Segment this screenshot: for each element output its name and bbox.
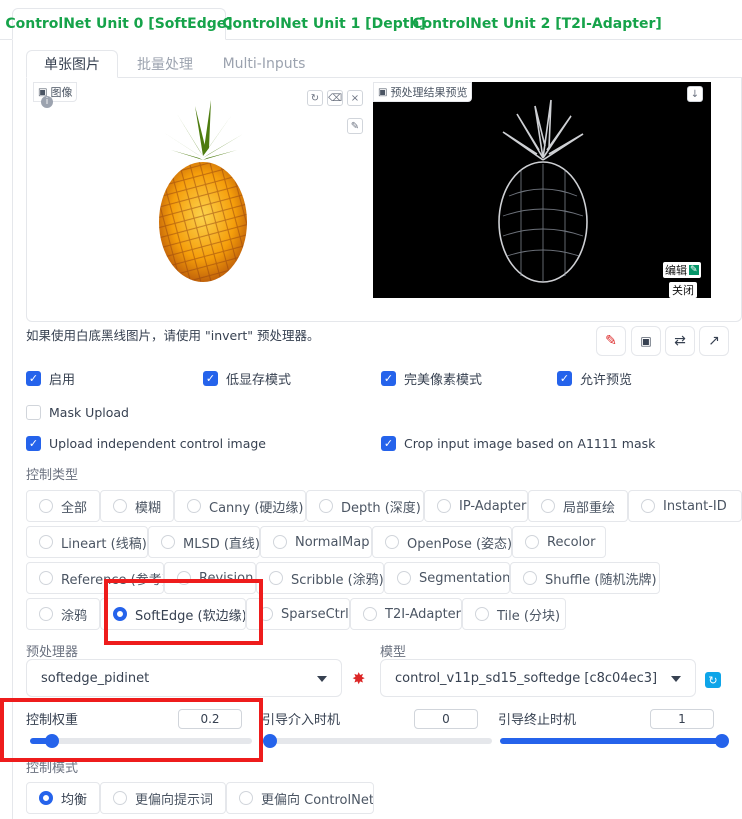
check-icon: ✓ [26,371,41,386]
control-type-option[interactable]: NormalMap [260,526,372,558]
control-type-option[interactable]: Canny (硬边缘) [174,490,306,522]
swap-icon[interactable]: ⇄ [665,326,695,356]
send-dimensions-icon[interactable]: ↗ [699,326,729,356]
check-icon: ✓ [26,436,41,451]
guidance-start-slider[interactable] [263,734,492,748]
mask-upload-checkbox[interactable]: Mask Upload [26,405,129,420]
close-preview-button[interactable]: 关闭 [669,282,697,298]
input-image-panel[interactable]: ▣ 图像 i ↻ ⌫ × ✎ [33,82,369,298]
pixel-perfect-checkbox[interactable]: ✓ 完美像素模式 [381,369,482,388]
control-type-option[interactable]: Scribble (涂鸦) [256,562,384,594]
highlight-box [0,698,263,762]
rotate-icon[interactable]: ↻ [307,90,323,106]
model-select[interactable]: control_v11p_sd15_softedge [c8c04ec3] [380,659,696,697]
eraser-icon[interactable]: ⌫ [327,90,343,106]
pineapple-image [159,100,247,282]
softedge-preview-image [498,99,588,283]
crop-input-checkbox[interactable]: ✓ Crop input image based on A1111 mask [381,436,655,451]
chevron-down-icon [317,676,327,682]
download-icon[interactable]: ↓ [687,86,703,102]
control-type-option[interactable]: OpenPose (姿态) [372,526,512,558]
close-icon[interactable]: × [347,90,363,106]
low-vram-checkbox[interactable]: ✓ 低显存模式 [203,369,291,388]
image-panel-label: ▣ 图像 [33,82,78,102]
control-type-option[interactable]: Recolor [512,526,606,558]
tab-batch[interactable]: 批量处理 [122,50,208,78]
control-type-option[interactable]: 模糊 [100,490,174,522]
control-type-option[interactable]: IP-Adapter [424,490,528,522]
edit-icon: ✎ [689,265,699,275]
control-type-option[interactable]: MLSD (直线) [148,526,260,558]
control-type-option[interactable]: Instant-ID [628,490,742,522]
control-mode-controlnet[interactable]: 更偏向 ControlNet [226,782,374,814]
control-mode-balanced[interactable]: 均衡 [26,782,100,814]
control-type-option[interactable]: Shuffle (随机洗牌) [510,562,660,594]
control-type-option[interactable]: 涂鸦 [26,598,100,630]
tab-single-image[interactable]: 单张图片 [26,50,118,78]
run-preprocessor-icon[interactable]: ✸ [352,669,365,688]
enable-checkbox[interactable]: ✓ 启用 [26,369,75,388]
guidance-end-slider[interactable] [500,734,729,748]
control-type-label: 控制类型 [26,468,79,483]
control-mode-prompt[interactable]: 更偏向提示词 [100,782,226,814]
camera-icon[interactable]: ▣ [631,326,661,356]
preprocessor-select[interactable]: softedge_pidinet [26,659,342,697]
invert-hint: 如果使用白底黑线图片，请使用 "invert" 预处理器。 [26,328,320,343]
check-icon: ✓ [381,436,396,451]
preprocessor-label: 预处理器 [26,645,79,660]
check-icon: ✓ [203,371,218,386]
image-area: ▣ 图像 i ↻ ⌫ × ✎ ▣ 预处理结果预览 ↓ 编辑 ✎ 关闭 [26,78,742,322]
slider-thumb [263,734,277,748]
highlight-box [104,579,263,645]
control-type-option[interactable]: 全部 [26,490,100,522]
unit-tab-bar: ControlNet Unit 0 [SoftEdge] ControlNet … [0,0,742,40]
edit-button[interactable]: 编辑 ✎ [663,262,701,278]
brush-icon[interactable]: ✎ [347,118,363,134]
input-tab-bar: 单张图片 批量处理 Multi-Inputs [26,46,742,78]
control-type-option[interactable]: Tile (分块) [462,598,566,630]
control-type-option[interactable]: Depth (深度) [306,490,424,522]
tab-unit-2[interactable]: ControlNet Unit 2 [T2I-Adapter] [412,8,662,40]
edit-note-icon[interactable]: ✎ [596,326,626,356]
control-type-option[interactable]: Lineart (线稿) [26,526,148,558]
preview-panel: ▣ 预处理结果预览 ↓ 编辑 ✎ 关闭 [373,82,711,298]
image-icon: ▣ [378,86,388,98]
control-type-option[interactable]: T2I-Adapter [350,598,462,630]
slider-thumb [715,734,729,748]
model-label: 模型 [380,645,407,660]
check-icon: ✓ [557,371,572,386]
guidance-end-label: 引导终止时机 [498,713,577,728]
tab-multi-inputs[interactable]: Multi-Inputs [214,50,314,78]
control-type-option[interactable]: Segmentation [384,562,510,594]
chevron-down-icon [671,676,681,682]
guidance-start-label: 引导介入时机 [262,713,341,728]
refresh-icon[interactable]: ↻ [705,672,721,688]
guidance-start-input[interactable]: 0 [414,709,478,729]
control-type-option[interactable]: 局部重绘 [528,490,628,522]
tab-unit-1[interactable]: ControlNet Unit 1 [Depth] [222,8,426,40]
guidance-end-input[interactable]: 1 [650,709,714,729]
preview-panel-label: ▣ 预处理结果预览 [373,82,473,102]
upload-independent-checkbox[interactable]: ✓ Upload independent control image [26,436,266,451]
allow-preview-checkbox[interactable]: ✓ 允许预览 [557,369,632,388]
tab-unit-0[interactable]: ControlNet Unit 0 [SoftEdge] [5,8,233,40]
info-icon: i [41,96,53,108]
check-icon: ✓ [381,371,396,386]
